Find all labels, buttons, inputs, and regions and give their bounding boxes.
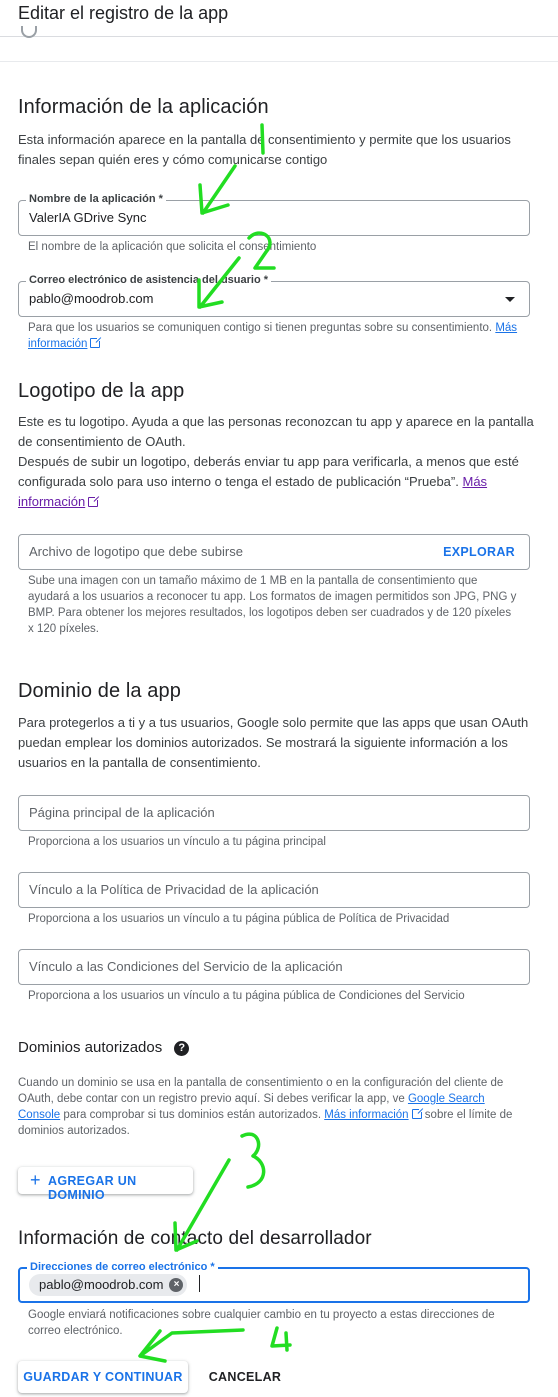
terms-of-service-input[interactable]: Vínculo a las Condiciones del Servicio d… [18,949,530,985]
project-icon [21,26,37,38]
divider [0,61,558,62]
logo-file-placeholder: Archivo de logotipo que debe subirse [29,544,243,559]
authorized-domains-heading: Dominios autorizados? [18,1039,190,1056]
browse-button[interactable]: EXPLORAR [443,545,515,559]
privacy-policy-placeholder: Vínculo a la Política de Privacidad de l… [29,882,319,897]
remove-chip-icon[interactable]: × [169,1278,184,1292]
privacy-policy-input[interactable]: Vínculo a la Política de Privacidad de l… [18,872,530,908]
developer-email-field[interactable]: Direcciones de correo electrónico * pabl… [18,1261,530,1303]
top-bar: Editar el registro de la app [0,0,558,38]
support-email-hint: Para que los usuarios se comuniquen cont… [28,320,518,352]
save-and-continue-button[interactable]: GUARDAR Y CONTINUAR [18,1361,188,1393]
logo-hint: Sube una imagen con un tamaño máximo de … [28,575,517,635]
terms-placeholder: Vínculo a las Condiciones del Servicio d… [29,959,343,974]
homepage-input[interactable]: Página principal de la aplicación [18,795,530,831]
annotation-number-3 [240,1132,266,1189]
email-chip[interactable]: pablo@moodrob.com × [29,1274,188,1296]
logo-description-2: Después de subir un logotipo, deberás en… [18,452,538,512]
help-icon[interactable]: ? [174,1041,190,1056]
developer-contact-heading: Información de contacto del desarrollado… [18,1228,372,1249]
page-title: Editar el registro de la app [18,3,229,23]
app-name-label: Nombre de la aplicación * [26,193,166,205]
developer-email-label: Direcciones de correo electrónico * [27,1261,218,1273]
external-link-icon [88,495,101,507]
authorized-domains-text-2: para comprobar si tus dominios están aut… [63,1109,322,1121]
app-domain-heading: Dominio de la app [18,680,181,702]
homepage-hint: Proporciona a los usuarios un vínculo a … [28,836,326,848]
support-email-select[interactable]: Correo electrónico de asistencia del usu… [18,274,530,317]
add-domain-label: AGREGAR UN DOMINIO [48,1174,137,1202]
logo-description-2-text: Después de subir un logotipo, deberás en… [18,454,519,489]
external-link-icon [411,1107,424,1119]
homepage-placeholder: Página principal de la aplicación [29,805,215,820]
logo-file-input[interactable]: Archivo de logotipo que debe subirse EXP… [18,534,530,570]
privacy-policy-hint: Proporciona a los usuarios un vínculo a … [28,913,450,925]
dropdown-arrow-icon[interactable] [505,297,515,302]
logo-heading: Logotipo de la app [18,380,185,402]
app-name-hint: El nombre de la aplicación que solicita … [28,241,317,253]
plus-icon: + [30,1170,41,1190]
app-name-field[interactable]: Nombre de la aplicación * ValerIA GDrive… [18,193,530,236]
app-name-value: ValerIA GDrive Sync [29,210,147,225]
text-cursor [199,1275,200,1292]
authorized-domains-title: Dominios autorizados [18,1039,163,1056]
app-info-description: Esta información aparece en la pantalla … [18,132,511,167]
logo-description-1: Este es tu logotipo. Ayuda a que las per… [18,414,534,449]
app-domain-description: Para protegerlos a ti y a tus usuarios, … [18,715,529,770]
authorized-domains-more-info-link[interactable]: Más información [324,1109,408,1121]
add-domain-button[interactable]: + AGREGAR UN DOMINIO [18,1167,193,1202]
email-chip-text: pablo@moodrob.com [39,1277,164,1292]
external-link-icon [90,336,103,348]
support-email-hint-text: Para que los usuarios se comuniquen cont… [28,322,493,334]
app-info-heading: Información de la aplicación [18,96,269,118]
terms-hint: Proporciona a los usuarios un vínculo a … [28,990,465,1002]
support-email-value: pablo@moodrob.com [29,291,154,306]
support-email-label: Correo electrónico de asistencia del usu… [26,274,272,286]
authorized-domains-description: Cuando un dominio se usa en la pantalla … [18,1075,530,1139]
developer-email-hint: Google enviará notificaciones sobre cual… [28,1309,495,1337]
cancel-button[interactable]: CANCELAR [202,1361,288,1393]
